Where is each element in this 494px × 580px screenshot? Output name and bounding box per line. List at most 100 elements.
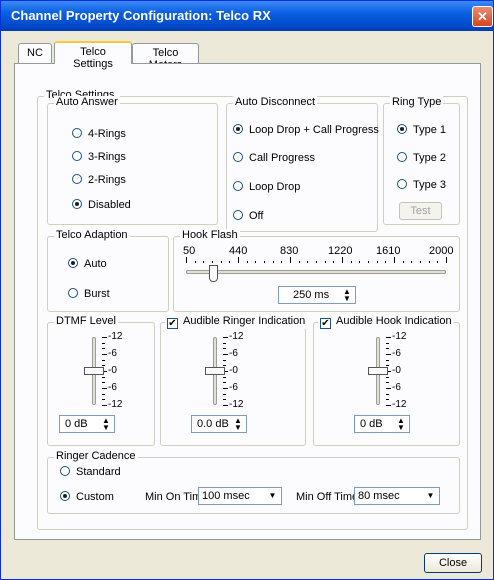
slider-tick xyxy=(223,348,226,349)
ring-type-2[interactable]: Type 2 xyxy=(397,152,446,164)
window-title: Channel Property Configuration: Telco RX xyxy=(11,8,271,23)
radio-icon xyxy=(72,151,82,161)
slider-tick xyxy=(102,399,105,400)
slider-tick xyxy=(102,360,105,361)
slider-tick xyxy=(223,337,228,338)
slider-tick xyxy=(223,388,228,389)
ring-type-3[interactable]: Type 3 xyxy=(397,179,446,191)
min-on-time-select[interactable]: 100 msec ▼ xyxy=(198,487,282,505)
spin-updown-icon[interactable]: ▲ ▼ xyxy=(340,288,354,303)
slider-tick xyxy=(102,365,105,366)
auto-disconnect-call-progress[interactable]: Call Progress xyxy=(233,152,315,164)
audible-ringer-group: ✔ Audible Ringer Indication -12 -6 -0 -6 -12 … xyxy=(160,315,308,446)
telco-adaption-burst[interactable]: Burst xyxy=(68,288,110,300)
slider-tick xyxy=(386,399,389,400)
tab-telco-settings[interactable]: Telco Settings xyxy=(54,41,132,70)
slider-scale-label: -0 xyxy=(108,365,117,376)
audible-hook-header[interactable]: ✔ Audible Hook Indication xyxy=(318,315,454,329)
hook-flash-tick xyxy=(385,261,386,263)
auto-disconnect-loop-drop-call-progress-label: Loop Drop + Call Progress xyxy=(249,124,379,136)
slider-scale-label: -6 xyxy=(392,382,401,393)
test-button[interactable]: Test xyxy=(399,202,442,220)
tab-nc-label: NC xyxy=(27,47,43,59)
telco-adaption-title: Telco Adaption xyxy=(54,229,130,241)
close-button[interactable]: Close xyxy=(424,553,482,573)
slider-tick xyxy=(102,377,105,378)
checkmark-icon[interactable]: ✔ xyxy=(320,318,331,329)
ring-type-1-label: Type 1 xyxy=(413,124,447,136)
spin-updown-icon[interactable]: ▲ ▼ xyxy=(231,417,245,432)
hook-flash-tick xyxy=(316,261,317,263)
min-off-time-label: Min Off Time xyxy=(296,491,359,503)
spin-updown-icon[interactable]: ▲ ▼ xyxy=(394,417,408,432)
auto-disconnect-group: Auto Disconnect Loop Drop + Call Progres… xyxy=(226,96,379,232)
audible-hook-slider[interactable]: -12 -6 -0 -6 -12 xyxy=(368,329,418,413)
slider-tick xyxy=(386,337,391,338)
hook-flash-scale-50: 50 xyxy=(183,245,196,257)
auto-disconnect-loop-drop[interactable]: Loop Drop xyxy=(233,181,300,193)
audible-hook-value: 0 dB xyxy=(360,418,383,430)
title-bar[interactable]: Channel Property Configuration: Telco RX… xyxy=(1,1,493,31)
close-window-icon[interactable]: ✕ xyxy=(472,6,493,27)
hook-flash-tick xyxy=(359,261,360,263)
audible-ringer-value-field[interactable]: 0.0 dB ▲ ▼ xyxy=(191,415,247,433)
tab-nc[interactable]: NC xyxy=(18,43,52,63)
chevron-down-icon[interactable]: ▼ xyxy=(423,489,438,503)
auto-answer-2-rings[interactable]: 2-Rings xyxy=(72,174,126,186)
auto-answer-3-rings[interactable]: 3-Rings xyxy=(72,151,126,163)
slider-tick xyxy=(102,405,107,406)
tab-telco-meters[interactable]: Telco Meters xyxy=(132,43,199,71)
slider-tick xyxy=(223,360,226,361)
slider-tick xyxy=(223,399,226,400)
slider-tick xyxy=(386,343,389,344)
hook-flash-tick xyxy=(255,261,256,263)
slider-tick xyxy=(386,354,391,355)
slider-thumb[interactable] xyxy=(205,367,225,375)
radio-icon xyxy=(397,152,407,162)
audible-ringer-slider[interactable]: -12 -6 -0 -6 -12 xyxy=(205,329,255,413)
radio-icon xyxy=(233,152,243,162)
hook-flash-scale-1220: 1220 xyxy=(328,245,353,257)
dtmf-level-value: 0 dB xyxy=(65,418,88,430)
slider-tick xyxy=(386,388,391,389)
hook-flash-slider-thumb[interactable] xyxy=(208,265,218,282)
ringer-cadence-custom[interactable]: Custom xyxy=(60,491,114,503)
auto-answer-disabled[interactable]: Disabled xyxy=(72,199,131,211)
spin-updown-icon[interactable]: ▲ ▼ xyxy=(99,417,113,432)
dtmf-level-value-field[interactable]: 0 dB ▲ ▼ xyxy=(59,415,115,433)
auto-answer-3-rings-label: 3-Rings xyxy=(88,151,126,163)
telco-adaption-burst-label: Burst xyxy=(84,288,110,300)
radio-icon xyxy=(68,288,78,298)
hook-flash-tick xyxy=(446,257,447,263)
dtmf-level-slider[interactable]: -12 -6 -0 -6 -12 xyxy=(84,329,134,413)
auto-answer-4-rings[interactable]: 4-Rings xyxy=(72,128,126,140)
hook-flash-tick xyxy=(264,261,265,263)
hook-flash-tick xyxy=(195,261,196,263)
ringer-cadence-standard[interactable]: Standard xyxy=(60,466,121,478)
auto-disconnect-loop-drop-call-progress[interactable]: Loop Drop + Call Progress xyxy=(233,124,379,136)
hook-flash-tick xyxy=(307,261,308,263)
chevron-down-icon[interactable]: ▼ xyxy=(265,489,280,503)
auto-disconnect-call-progress-label: Call Progress xyxy=(249,152,316,164)
radio-icon xyxy=(60,466,70,476)
slider-tick xyxy=(102,382,105,383)
radio-icon xyxy=(233,181,243,191)
hook-flash-value: 250 ms xyxy=(293,289,330,301)
checkmark-icon[interactable]: ✔ xyxy=(167,318,178,329)
min-off-time-select[interactable]: 80 msec ▼ xyxy=(354,487,440,505)
slider-thumb[interactable] xyxy=(84,367,104,375)
slider-scale-label: -6 xyxy=(229,348,238,359)
slider-tick xyxy=(102,343,105,344)
telco-adaption-auto[interactable]: Auto xyxy=(68,258,107,270)
audible-hook-value-field[interactable]: 0 dB ▲ ▼ xyxy=(354,415,410,433)
slider-thumb[interactable] xyxy=(368,367,388,375)
audible-hook-group: ✔ Audible Hook Indication -12 -6 -0 -6 -12 0 … xyxy=(313,315,460,446)
hook-flash-value-field[interactable]: 250 ms ▲ ▼ xyxy=(278,286,356,304)
ring-type-1[interactable]: Type 1 xyxy=(397,124,446,136)
auto-answer-4-rings-label: 4-Rings xyxy=(88,128,126,140)
auto-disconnect-off[interactable]: Off xyxy=(233,210,263,222)
slider-tick xyxy=(386,382,389,383)
hook-flash-group: Hook Flash 50 440 830 1220 1610 2000 250… xyxy=(173,229,460,312)
hook-flash-track xyxy=(186,270,446,274)
audible-ringer-header[interactable]: ✔ Audible Ringer Indication xyxy=(165,315,308,329)
